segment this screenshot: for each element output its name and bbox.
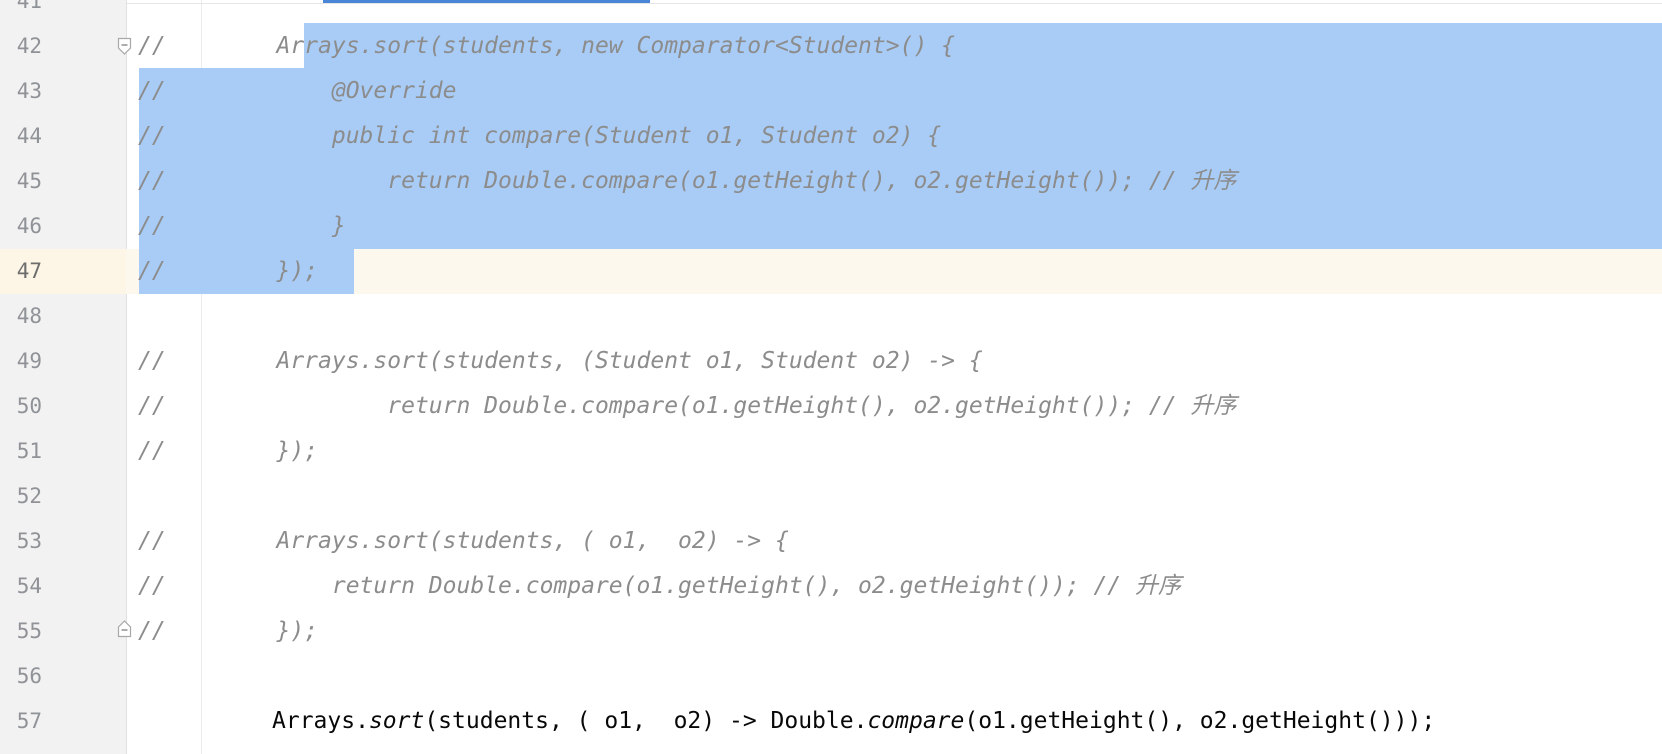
code-line[interactable]: // @Override [138, 69, 457, 114]
code-line[interactable]: // return Double.compare(o1.getHeight(),… [138, 159, 1236, 204]
line-number[interactable]: 57 [0, 699, 42, 744]
line-number[interactable]: 43 [0, 69, 42, 114]
code-line[interactable]: // }); [138, 429, 318, 474]
line-number[interactable]: 42 [0, 24, 42, 69]
code-line[interactable]: // Arrays.sort(students, new Comparator<… [138, 24, 955, 69]
line-number[interactable]: 50 [0, 384, 42, 429]
line-number[interactable]: 41 [0, 0, 42, 24]
line-number[interactable]: 52 [0, 474, 42, 519]
line-number[interactable]: 55 [0, 609, 42, 654]
method-compare: compare [867, 708, 965, 734]
line-number[interactable]: 45 [0, 159, 42, 204]
code-line[interactable]: // }); [138, 249, 318, 294]
line-number-current[interactable]: 47 [0, 249, 42, 294]
line-number[interactable]: 46 [0, 204, 42, 249]
code-line[interactable]: // return Double.compare(o1.getHeight(),… [138, 564, 1181, 609]
code-line[interactable]: // } [138, 204, 346, 249]
code-line[interactable]: // }); [138, 609, 318, 654]
active-code-line[interactable]: Arrays.sort(students, ( o1, o2) -> Doubl… [272, 699, 1435, 744]
code-token: (students, ( o1, o2) -> Double. [424, 708, 868, 734]
method-sort: sort [368, 708, 425, 734]
line-number[interactable]: 49 [0, 339, 42, 384]
line-number[interactable]: 44 [0, 114, 42, 159]
line-number[interactable]: 48 [0, 294, 42, 339]
code-line[interactable]: // return Double.compare(o1.getHeight(),… [138, 384, 1236, 429]
line-number[interactable]: 53 [0, 519, 42, 564]
fold-collapse-icon[interactable] [117, 37, 132, 56]
code-line[interactable]: // Arrays.sort(students, (Student o1, St… [138, 339, 983, 384]
code-token: (o1.getHeight(), o2.getHeight())); [964, 708, 1436, 734]
code-token: Arrays. [272, 708, 369, 734]
line-number[interactable]: 54 [0, 564, 42, 609]
line-number[interactable]: 51 [0, 429, 42, 474]
editor-top-border [126, 3, 1662, 4]
fold-end-icon[interactable] [117, 619, 132, 638]
line-number[interactable]: 56 [0, 654, 42, 699]
scroll-indicator [323, 0, 650, 3]
code-line[interactable]: // public int compare(Student o1, Studen… [138, 114, 941, 159]
code-line[interactable]: // Arrays.sort(students, ( o1, o2) -> { [138, 519, 789, 564]
